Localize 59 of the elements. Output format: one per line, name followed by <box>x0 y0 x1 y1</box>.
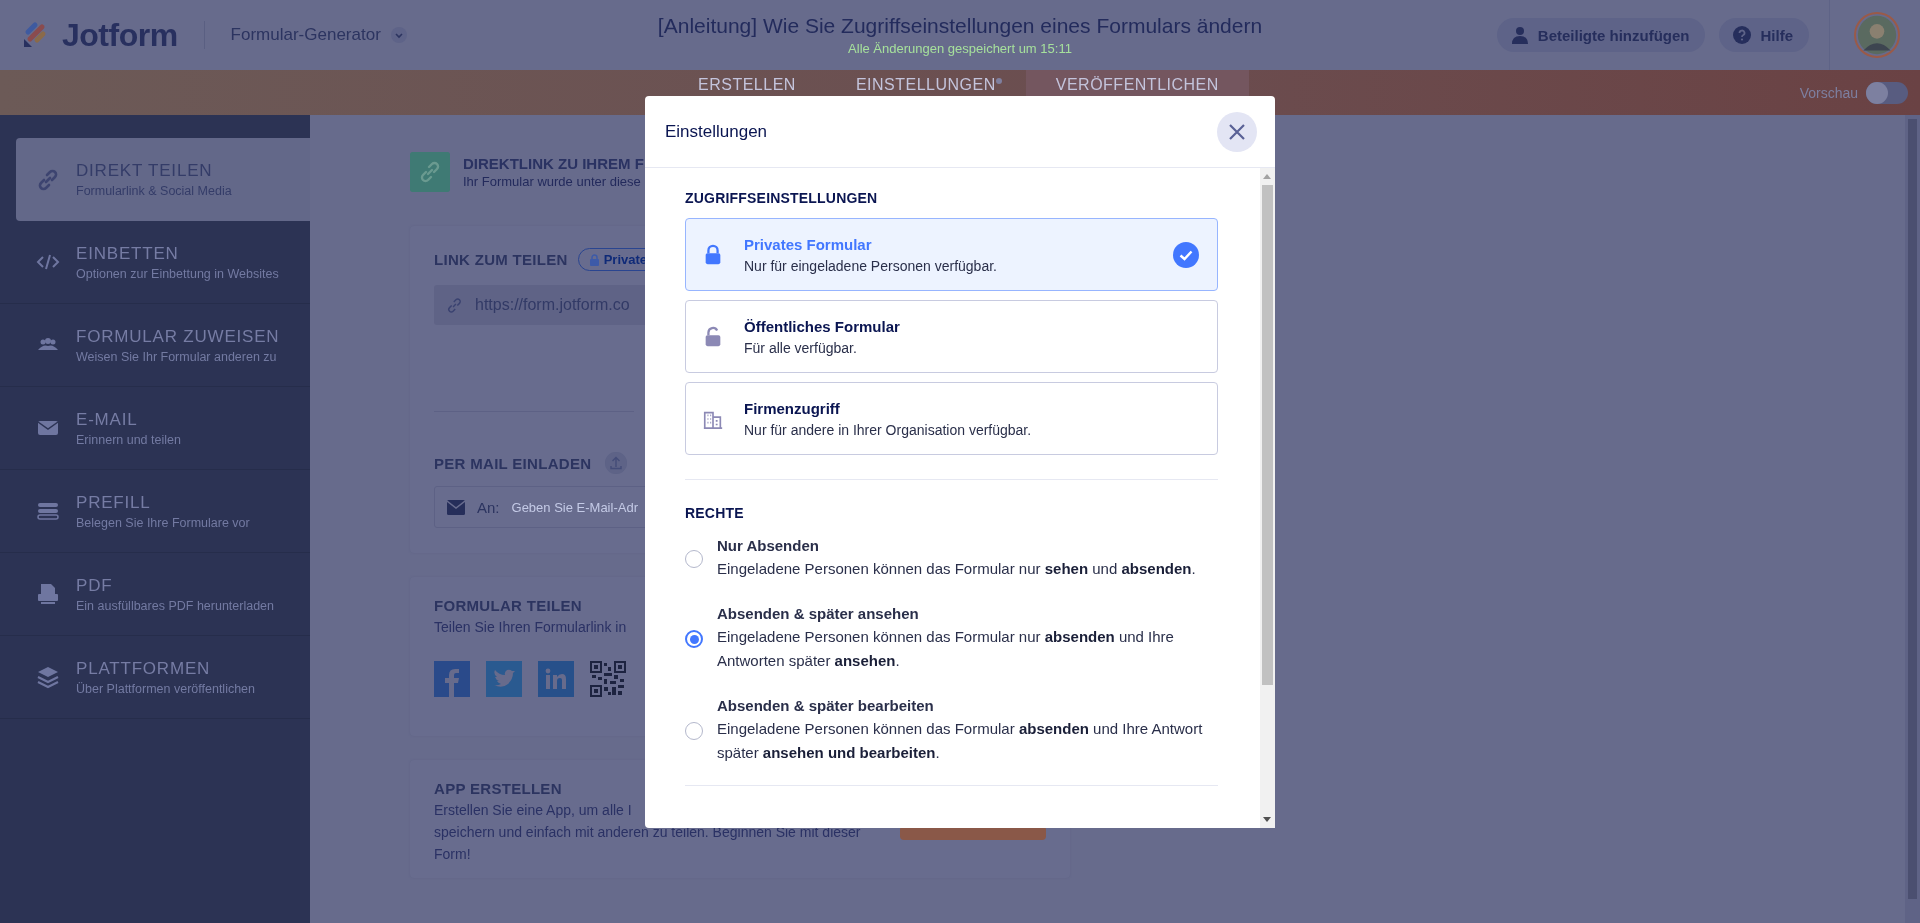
description-line: Erstellen Sie eine App, um alle I <box>434 801 632 820</box>
link-icon <box>446 296 463 314</box>
option-title: Nur Absenden <box>717 537 820 554</box>
section-heading: ZUGRIFFSEINSTELLUNGEN <box>685 190 879 206</box>
link-icon <box>410 152 450 192</box>
layers-icon <box>36 665 60 689</box>
option-description: Eingeladene Personen können das Formular nur sehen und absenden. <box>717 559 1197 579</box>
avatar[interactable] <box>1854 12 1900 58</box>
option-title: Absenden & später ansehen <box>717 605 920 622</box>
section-subtitle: Ihr Formular wurde unter diese <box>463 174 642 189</box>
sidebar-item[interactable]: FORMULAR ZUWEISEN Weisen Sie Ihr Formular anderen zu <box>0 304 310 387</box>
link-label: LINK ZUM TEILEN <box>434 251 568 268</box>
access-option[interactable]: Firmenzugriff Nur für andere in Ihrer Organisation verfügbar. <box>685 382 1218 455</box>
scrollbar[interactable] <box>1905 115 1920 923</box>
dialog-title: Einstellungen <box>665 121 768 142</box>
pdf-file-icon <box>36 582 60 606</box>
option-description: Eingeladene Personen können das Formular nur absenden und Ihre Antworten später ansehen. <box>717 627 1175 671</box>
sidebar-item[interactable]: PREFILL Belegen Sie Ihre Formulare vor <box>0 470 310 553</box>
sidebar-item[interactable]: EINBETTEN Optionen zur Einbettung in Websites <box>0 221 310 304</box>
form-title: [Anleitung] Wie Sie Zugriffseinstellungen eines Formulars ändern <box>657 14 1263 38</box>
invite-label: PER MAIL EINLADEN <box>434 454 592 472</box>
check-icon <box>1173 241 1199 268</box>
preview-toggle[interactable] <box>1866 81 1908 104</box>
preview-label: Vorschau <box>1799 84 1858 101</box>
product-name: Formular-Generator <box>230 25 381 45</box>
section-subtitle: Teilen Sie Ihren Formularlink in <box>434 619 627 635</box>
mail-icon <box>447 499 465 515</box>
bird-icon[interactable] <box>486 661 522 697</box>
access-option[interactable]: Öffentliches Formular Für alle verfügbar. <box>685 300 1218 373</box>
access-option[interactable]: Privates Formular Nur für eingeladene Personen verfügbar. <box>685 218 1218 291</box>
link-icon <box>36 167 60 192</box>
to-label: An: <box>477 498 500 516</box>
facebook-icon[interactable] <box>434 661 470 697</box>
description-line: Form! <box>434 845 471 864</box>
sidebar-item[interactable]: PDF Ein ausfüllbares PDF herunterladen <box>0 553 310 636</box>
close-button[interactable] <box>1217 111 1257 152</box>
scrollbar[interactable] <box>1260 168 1275 828</box>
logo-text: Jotform <box>62 16 178 54</box>
section-title: FORMULAR TEILEN <box>434 597 582 614</box>
option-title: Absenden & später bearbeiten <box>717 697 935 714</box>
email-input[interactable]: Geben Sie E-Mail-Adr <box>511 499 672 515</box>
sidebar-item[interactable]: PLATTFORMEN Über Plattformen veröffentlichen <box>0 636 310 719</box>
help-icon <box>1733 26 1752 44</box>
radio-button[interactable] <box>685 722 703 740</box>
option-description: Eingeladene Personen können das Formular absenden und Ihre Antwort später ansehen und bearbeiten. <box>717 719 1204 763</box>
linkedin-icon[interactable] <box>538 661 574 697</box>
person-icon <box>1510 26 1529 44</box>
nav-tab[interactable]: ERSTELLEN <box>668 70 826 115</box>
section-title: APP ERSTELLEN <box>434 780 562 797</box>
qr-code-icon[interactable] <box>590 661 626 697</box>
add-participants-button[interactable]: Beteiligte hinzufügen <box>1496 18 1706 52</box>
help-button[interactable]: Hilfe <box>1719 18 1809 52</box>
section-title: DIREKTLINK ZU IHREM F <box>463 155 644 172</box>
chevron-down-icon[interactable] <box>390 27 407 43</box>
close-icon <box>1228 122 1246 141</box>
radio-button[interactable] <box>685 550 703 568</box>
sidebar-item[interactable]: E-MAIL Erinnern und teilen <box>0 387 310 470</box>
radio-button[interactable] <box>685 630 703 648</box>
save-status: Alle Änderungen gespeichert um 15:11 <box>847 41 1073 56</box>
